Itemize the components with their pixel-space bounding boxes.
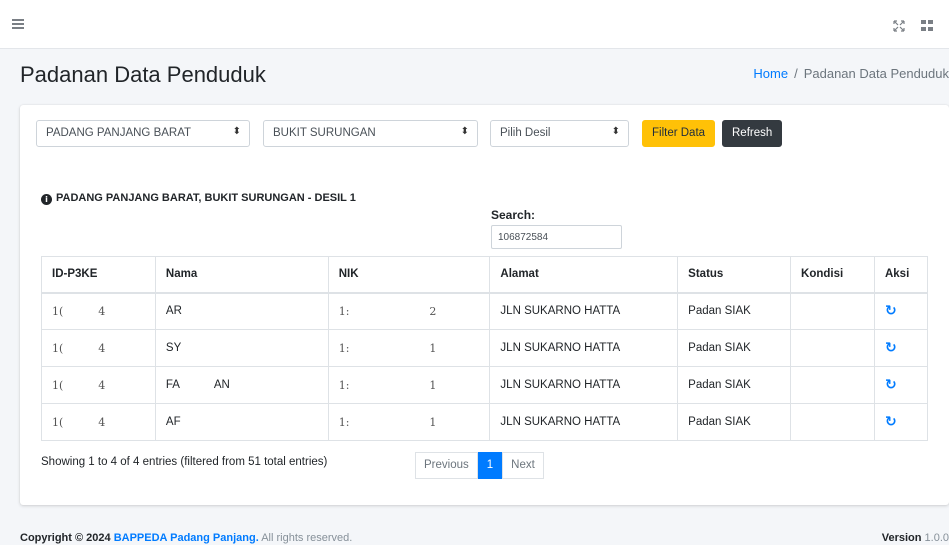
select-caret-icon: ⬍	[232, 126, 241, 137]
pagination-page-1[interactable]: 1	[477, 452, 503, 479]
cell-aksi: ↻	[873, 366, 929, 404]
column-header-kondisi[interactable]: Kondisi	[790, 256, 875, 294]
cell-aksi: ↻	[873, 403, 929, 441]
cell-aksi: ↻	[873, 292, 929, 330]
cell-nama: AF	[154, 403, 329, 441]
cell-nik: 1: 1	[327, 366, 491, 404]
footer-copyright: Copyright © 2024 BAPPEDA Padang Panjang.…	[20, 532, 352, 544]
table-row: 1( 4 AR 1: 2 JLN SUKARNO HATTA Padan SIAK…	[41, 292, 929, 330]
rights-text: All rights reserved.	[261, 532, 353, 544]
filter-heading: i PADANG PANJANG BARAT, BUKIT SURUNGAN - …	[41, 192, 356, 205]
cell-nik-end: 2	[429, 304, 437, 318]
column-header-aksi[interactable]: Aksi	[873, 256, 929, 294]
select-caret-icon: ⬍	[611, 126, 620, 137]
cell-nik-end: 1	[429, 415, 437, 429]
sync-icon[interactable]: ↻	[885, 414, 897, 430]
cell-alamat: JLN SUKARNO HATTA	[489, 366, 679, 404]
cell-alamat: JLN SUKARNO HATTA	[489, 329, 679, 367]
fullscreen-icon[interactable]	[893, 19, 905, 32]
cell-status: Padan SIAK	[677, 329, 792, 367]
table-info-text: Showing 1 to 4 of 4 entries (filtered fr…	[41, 456, 328, 468]
pagination-next[interactable]: Next	[502, 452, 544, 479]
filter-data-button[interactable]: Filter Data	[642, 120, 716, 147]
footer: Copyright © 2024 BAPPEDA Padang Panjang.…	[0, 530, 949, 545]
cell-nik: 1: 2	[327, 292, 491, 330]
org-link[interactable]: BAPPEDA Padang Panjang.	[114, 532, 259, 544]
footer-version: Version 1.0.0	[882, 532, 949, 544]
table-row: 1( 4 AF 1: 1 JLN SUKARNO HATTA Padan SIAK…	[41, 403, 929, 441]
page-title: Padanan Data Penduduk	[20, 62, 266, 87]
select-caret-icon: ⬍	[460, 126, 469, 137]
refresh-button[interactable]: Refresh	[722, 120, 783, 147]
search-input[interactable]	[491, 225, 622, 249]
sync-icon[interactable]: ↻	[885, 340, 897, 356]
top-navbar	[0, 0, 949, 49]
cell-kondisi	[790, 329, 875, 367]
menu-icon[interactable]	[12, 19, 24, 29]
cell-nik-start: 1:	[338, 304, 350, 318]
column-header-nama[interactable]: Nama	[154, 256, 329, 294]
column-header-status[interactable]: Status	[677, 256, 792, 294]
cell-status: Padan SIAK	[677, 366, 792, 404]
kecamatan-select[interactable]: PADANG PANJANG BARAT ⬍	[36, 120, 250, 147]
desil-select[interactable]: Pilih Desil ⬍	[490, 120, 629, 147]
info-circle-icon: i	[41, 194, 52, 205]
cell-nik-start: 1:	[338, 415, 350, 429]
breadcrumb-current: Padanan Data Penduduk	[803, 66, 949, 81]
column-header-nik[interactable]: NIK	[327, 256, 491, 294]
cell-status: Padan SIAK	[677, 403, 792, 441]
cell-kondisi	[790, 292, 875, 330]
desil-select-value: Pilih Desil	[500, 127, 551, 139]
cell-nik-end: 1	[429, 341, 437, 355]
cell-kondisi	[790, 403, 875, 441]
copyright-prefix: Copyright © 2024	[20, 532, 111, 544]
table-row: 1( 4 SY 1: 1 JLN SUKARNO HATTA Padan SIAK…	[41, 329, 929, 367]
kelurahan-select[interactable]: BUKIT SURUNGAN ⬍	[263, 120, 478, 147]
column-header-alamat[interactable]: Alamat	[489, 256, 679, 294]
column-header-id[interactable]: ID-P3KE	[41, 256, 156, 294]
pagination: Previous 1 Next	[415, 452, 544, 479]
cell-nik-end: 1	[429, 378, 437, 392]
cell-nama: AR	[154, 292, 329, 330]
cell-alamat: JLN SUKARNO HATTA	[489, 403, 679, 441]
version-number: 1.0.0	[924, 532, 949, 544]
cell-id: 1( 4	[41, 329, 156, 367]
table-row: 1( 4 FA AN 1: 1 JLN SUKARNO HATTA Padan S…	[41, 366, 929, 404]
breadcrumb-home-link[interactable]: Home	[753, 66, 788, 81]
cell-nik-start: 1:	[338, 378, 350, 392]
data-table: ID-P3KE Nama NIK Alamat Status Kondisi A…	[41, 256, 929, 441]
cell-alamat: JLN SUKARNO HATTA	[489, 292, 679, 330]
version-label: Version	[881, 532, 922, 544]
breadcrumb: Home / Padanan Data Penduduk	[753, 66, 949, 81]
table-header-row: ID-P3KE Nama NIK Alamat Status Kondisi A…	[41, 256, 929, 294]
cell-nik: 1: 1	[327, 403, 491, 441]
cell-status: Padan SIAK	[677, 292, 792, 330]
sync-icon[interactable]: ↻	[885, 303, 897, 319]
cell-nik: 1: 1	[327, 329, 491, 367]
filter-heading-text: PADANG PANJANG BARAT, BUKIT SURUNGAN - D…	[56, 192, 356, 204]
breadcrumb-separator: /	[794, 66, 798, 81]
cell-nama: SY	[154, 329, 329, 367]
search-label: Search:	[491, 208, 536, 222]
cell-nik-start: 1:	[338, 341, 350, 355]
pagination-previous[interactable]: Previous	[415, 452, 478, 479]
cell-id: 1( 4	[41, 366, 156, 404]
apps-grid-icon[interactable]	[921, 20, 933, 31]
sync-icon[interactable]: ↻	[885, 377, 897, 393]
cell-nama: FA AN	[154, 366, 329, 404]
cell-id: 1( 4	[41, 403, 156, 441]
kelurahan-select-value: BUKIT SURUNGAN	[273, 127, 376, 139]
kecamatan-select-value: PADANG PANJANG BARAT	[46, 127, 192, 139]
cell-id: 1( 4	[41, 292, 156, 330]
cell-kondisi	[790, 366, 875, 404]
cell-aksi: ↻	[873, 329, 929, 367]
